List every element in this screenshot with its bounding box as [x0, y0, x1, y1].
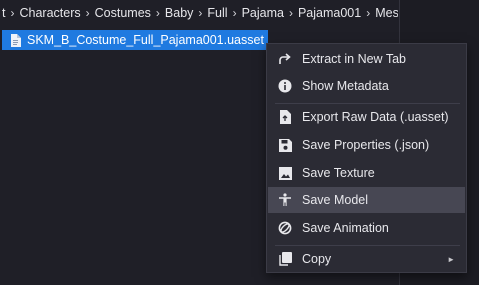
menu-item-label: Export Raw Data (.uasset) [302, 110, 449, 124]
chevron-right-icon: › [198, 6, 203, 20]
menu-item-show-metadata[interactable]: Show Metadata [268, 73, 465, 99]
breadcrumb-item-characters[interactable]: Characters [19, 6, 80, 20]
save-icon [278, 138, 292, 152]
chevron-right-icon: › [85, 6, 90, 20]
breadcrumb-item-pajama001[interactable]: Pajama001 [298, 6, 361, 20]
chevron-right-icon: › [288, 6, 293, 20]
export-file-icon [278, 110, 292, 124]
copy-icon [278, 252, 292, 266]
breadcrumb: t › Characters › Costumes › Baby › Full … [0, 0, 398, 26]
file-icon [11, 33, 21, 47]
breadcrumb-item-full[interactable]: Full [207, 6, 227, 20]
chevron-right-icon: › [10, 6, 15, 20]
animation-ring-icon [278, 221, 292, 235]
menu-item-label: Extract in New Tab [302, 52, 406, 66]
menu-item-save-properties[interactable]: Save Properties (.json) [268, 132, 465, 158]
menu-item-save-animation[interactable]: Save Animation [268, 215, 465, 241]
chevron-right-icon: › [232, 6, 237, 20]
file-name: SKM_B_Costume_Full_Pajama001.uasset [27, 33, 264, 47]
context-menu: Extract in New Tab Show Metadata Export … [266, 43, 467, 273]
breadcrumb-item-t[interactable]: t [2, 6, 5, 20]
menu-item-label: Save Model [302, 193, 369, 207]
menu-item-extract-in-new-tab[interactable]: Extract in New Tab [268, 46, 465, 72]
menu-item-label: Save Texture [302, 166, 375, 180]
menu-item-label: Show Metadata [302, 79, 389, 93]
breadcrumb-item-mesh[interactable]: Mesh [375, 6, 398, 20]
menu-item-label: Copy [302, 252, 332, 266]
menu-item-export-raw-data[interactable]: Export Raw Data (.uasset) [268, 104, 465, 130]
chevron-right-icon: › [366, 6, 371, 20]
file-list-item-selected[interactable]: SKM_B_Costume_Full_Pajama001.uasset [2, 30, 268, 50]
menu-item-label: Save Properties (.json) [302, 138, 430, 152]
share-arrow-icon [278, 52, 292, 66]
breadcrumb-item-pajama[interactable]: Pajama [242, 6, 284, 20]
menu-item-save-model[interactable]: Save Model [268, 187, 465, 213]
submenu-arrow-icon: ► [447, 254, 455, 264]
breadcrumb-item-baby[interactable]: Baby [165, 6, 194, 20]
menu-item-copy[interactable]: Copy ► [268, 246, 465, 272]
menu-item-label: Save Animation [302, 221, 389, 235]
chevron-right-icon: › [155, 6, 160, 20]
menu-item-save-texture[interactable]: Save Texture [268, 160, 465, 186]
info-icon [278, 79, 292, 93]
breadcrumb-item-costumes[interactable]: Costumes [95, 6, 151, 20]
image-icon [278, 166, 292, 180]
person-icon [278, 193, 292, 207]
